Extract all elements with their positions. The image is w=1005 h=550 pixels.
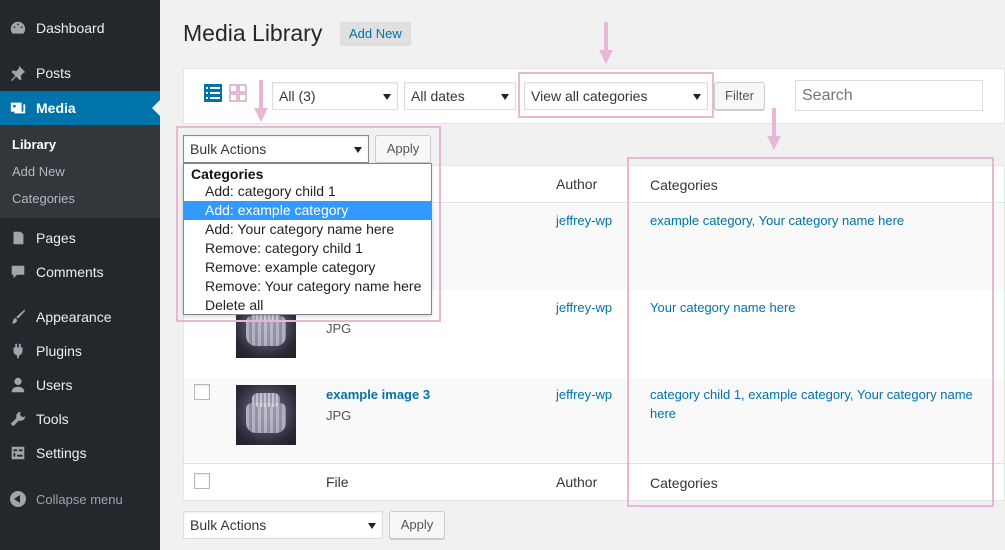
submenu-categories[interactable]: Categories [12,191,75,206]
apply-button-bottom[interactable]: Apply [389,511,445,539]
sidebar-item-users[interactable]: Users [0,368,160,402]
media-submenu: Library Add New Categories [0,125,160,218]
annotation-arrow-icon [254,80,268,122]
row-categories[interactable]: category child 1, example category, Your… [650,385,995,423]
add-new-button[interactable]: Add New [340,22,411,46]
dropdown-option[interactable]: Delete all [184,296,431,315]
bulk-actions-select-bottom[interactable]: Bulk Actions [183,511,383,539]
dropdown-option[interactable]: Remove: example category [184,258,431,277]
type-filter-select[interactable]: All (3) [272,82,398,110]
bulk-actions-select-top[interactable]: Bulk Actions [183,135,369,163]
page-icon [0,221,36,255]
dropdown-group-label: Categories [191,166,264,182]
row-author[interactable]: jeffrey-wp [556,300,612,315]
bulk-actions-dropdown: Categories Add: category child 1 Add: ex… [183,163,432,315]
dropdown-option[interactable]: Add: category child 1 [184,182,431,201]
bulk-actions-value: Bulk Actions [190,141,267,157]
sidebar-item-tools[interactable]: Tools [0,402,160,436]
chevron-down-icon [693,94,701,100]
collapse-menu-button[interactable]: Collapse menu [0,484,160,514]
collapse-label: Collapse menu [36,491,123,507]
row-file-type: JPG [326,408,352,423]
user-icon [0,368,36,402]
sidebar-item-posts[interactable]: Posts [0,56,160,90]
sidebar-item-label: Users [36,377,73,393]
grid-view-icon[interactable] [229,84,247,102]
chevron-down-icon [383,94,391,100]
page-title: Media Library [183,20,323,46]
settings-icon [0,436,36,470]
row-checkbox[interactable] [194,384,210,400]
annotation-arrow-icon [767,108,781,150]
date-filter-value: All dates [411,88,465,104]
sidebar-item-label: Tools [36,411,69,427]
row-file-type: JPG [326,321,352,336]
sidebar-item-pages[interactable]: Pages [0,221,160,255]
sidebar-item-comments[interactable]: Comments [0,255,160,289]
column-footer-categories[interactable]: Categories [650,475,718,491]
chevron-down-icon [368,523,376,529]
category-filter-value: View all categories [531,88,648,104]
date-filter-select[interactable]: All dates [404,82,516,110]
column-footer-file[interactable]: File [326,474,349,490]
row-categories[interactable]: Your category name here [650,298,995,317]
apply-button-top[interactable]: Apply [375,135,431,163]
filter-button[interactable]: Filter [714,82,765,110]
sidebar-item-label: Plugins [36,343,82,359]
chevron-down-icon [501,94,509,100]
dashboard-icon [0,11,36,45]
row-categories[interactable]: example category, Your category name her… [650,211,995,230]
type-filter-value: All (3) [279,88,316,104]
search-input[interactable] [795,80,983,111]
sidebar-item-plugins[interactable]: Plugins [0,334,160,368]
sidebar-item-label: Media [36,100,76,116]
row-author[interactable]: jeffrey-wp [556,387,612,402]
media-thumbnail[interactable] [236,385,296,445]
sidebar-item-settings[interactable]: Settings [0,436,160,470]
pin-icon [0,56,36,90]
annotation-arrow-icon [599,22,613,64]
sidebar-item-label: Pages [36,230,76,246]
submenu-library[interactable]: Library [12,137,56,152]
row-title-link[interactable]: example image 3 [326,387,430,402]
chevron-down-icon [354,147,362,153]
dropdown-option[interactable]: Remove: Your category name here [184,277,431,296]
submenu-add-new[interactable]: Add New [12,164,65,179]
dropdown-option[interactable]: Remove: category child 1 [184,239,431,258]
column-header-author[interactable]: Author [556,176,597,192]
list-view-icon[interactable] [204,84,222,102]
bulk-actions-value: Bulk Actions [190,517,267,533]
sidebar-item-label: Settings [36,445,87,461]
brush-icon [0,300,36,334]
sidebar-item-label: Comments [36,264,104,280]
column-footer-author[interactable]: Author [556,474,597,490]
plug-icon [0,334,36,368]
sidebar-item-media[interactable]: Media [0,91,160,125]
collapse-icon [0,491,36,507]
column-header-categories[interactable]: Categories [650,177,718,193]
row-author[interactable]: jeffrey-wp [556,213,612,228]
category-filter-select[interactable]: View all categories [524,82,708,110]
sidebar-item-dashboard[interactable]: Dashboard [0,11,160,45]
admin-sidebar: Dashboard Posts Media Library Add New Ca… [0,0,160,550]
wrench-icon [0,402,36,436]
select-all-checkbox[interactable] [194,473,210,489]
media-icon [0,91,36,125]
sidebar-item-label: Dashboard [36,20,105,36]
dropdown-option[interactable]: Add: Your category name here [184,220,431,239]
comment-icon [0,255,36,289]
sidebar-item-label: Appearance [36,309,112,325]
dropdown-option[interactable]: Add: example category [184,201,431,220]
sidebar-item-appearance[interactable]: Appearance [0,300,160,334]
sidebar-item-label: Posts [36,65,72,81]
